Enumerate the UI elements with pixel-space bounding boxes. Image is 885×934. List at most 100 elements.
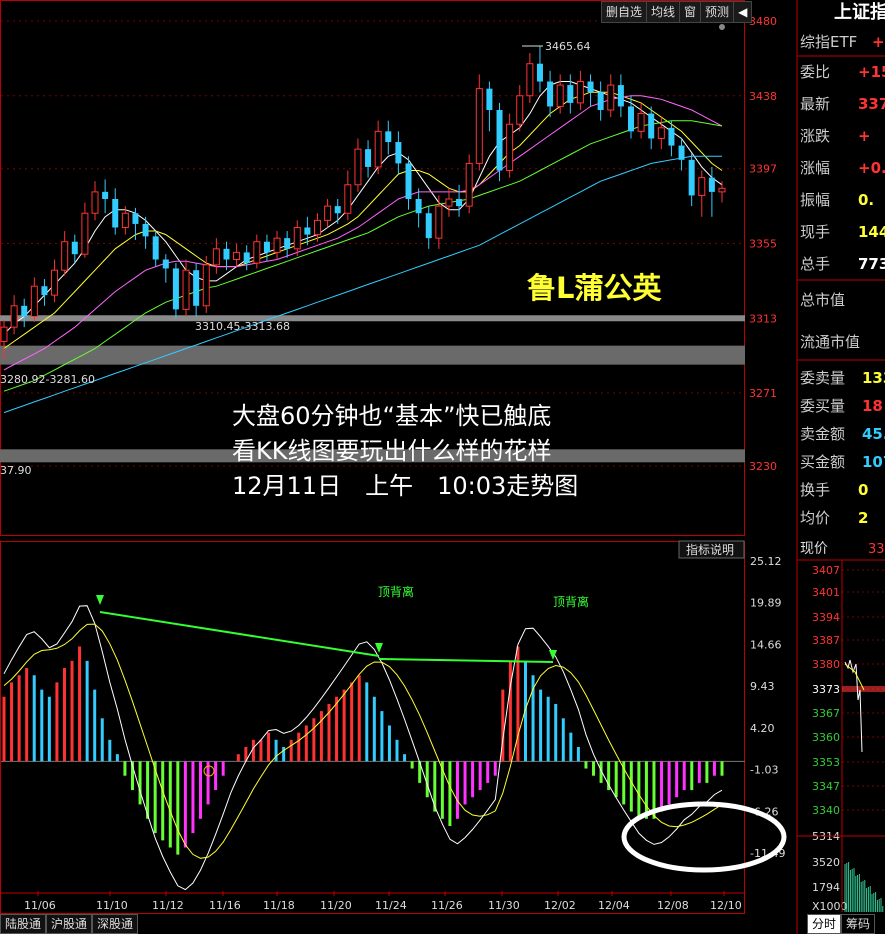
quote-label: 总市值 <box>800 291 846 309</box>
mini-axis-label: 3401 <box>812 586 840 599</box>
macd-axis-label: 14.66 <box>750 638 782 651</box>
quote-row: 综指ETF +2 <box>800 28 885 56</box>
candle-body-down <box>496 110 503 171</box>
price-axis-label: 3397 <box>749 163 777 176</box>
quote-label: 买金额 <box>800 453 846 471</box>
candle-body-up <box>506 123 514 172</box>
quote-row: 卖金额 45.3 <box>800 420 885 448</box>
mini-axis-label: 3520 <box>812 856 840 869</box>
chart-toolbar: 删自选 均线 窗 预测 ◀ <box>601 1 753 23</box>
quote-label: 最新 <box>800 95 831 113</box>
mini-axis-label: 3367 <box>812 707 840 720</box>
support-band-2 <box>0 345 745 365</box>
window-button[interactable]: 窗 <box>680 2 702 22</box>
quote-row: 现手 144 <box>800 218 885 246</box>
remove-favorite-button[interactable]: 删自选 <box>602 2 648 22</box>
tab-shengutong[interactable]: 深股通 <box>92 914 139 934</box>
ma-button[interactable]: 均线 <box>647 2 681 22</box>
candle-body-up <box>0 326 8 342</box>
x-tick-label: 11/18 <box>263 899 295 912</box>
candle-body-up <box>324 205 332 221</box>
candle-body-up <box>576 81 584 104</box>
support-band-1 <box>0 315 745 322</box>
quote-row: 涨跌 + <box>800 122 885 150</box>
candle-body-down <box>193 270 200 306</box>
candle-body-down <box>486 88 493 110</box>
quote-value: + <box>858 127 871 145</box>
candle-body-up <box>182 269 190 310</box>
x-tick-label: 11/06 <box>24 899 56 912</box>
collapse-arrow-icon[interactable]: ◀ <box>734 2 751 22</box>
chart-canvas: 3480 3438 3397 3355 3313 3271 3230 3465.64 3310.… <box>0 0 885 934</box>
candle-body-down <box>708 177 715 192</box>
tab-lugutong[interactable]: 陆股通 <box>0 914 47 934</box>
candle-body-down <box>617 85 624 107</box>
candle-body-up <box>61 241 69 271</box>
quote-label: 卖金额 <box>800 425 846 443</box>
candle-body-down <box>71 241 78 255</box>
indicator-help-label: 指标说明 <box>686 542 734 557</box>
divergence-label-2: 顶背离 <box>553 594 589 609</box>
quote-row: 总手 773 <box>800 250 885 278</box>
candle-body-down <box>668 127 675 146</box>
quote-row: 委比 +15. <box>800 58 885 86</box>
candle-body-down <box>304 227 311 235</box>
candle-body-up <box>121 212 129 228</box>
tab-chips[interactable]: 筹码 <box>841 914 876 934</box>
candle-body-up <box>516 95 524 125</box>
price-axis-label: 3480 <box>749 15 777 28</box>
candle-body-down <box>536 63 543 82</box>
x-tick-label: 11/24 <box>375 899 407 912</box>
candle-body-up <box>273 237 281 253</box>
x-tick-label: 11/30 <box>488 899 520 912</box>
x-tick-label: 11/10 <box>96 899 128 912</box>
mini-axis-label: 3347 <box>812 780 840 793</box>
tab-hugutong[interactable]: 沪股通 <box>46 914 93 934</box>
forecast-button[interactable]: 预测 <box>701 2 735 22</box>
mini-axis-label: 3353 <box>812 756 840 769</box>
tab-timeshare[interactable]: 分时 <box>807 914 842 934</box>
candle-body-down <box>456 199 463 207</box>
candle-body-up <box>202 264 210 307</box>
candle-body-down <box>365 149 372 167</box>
low-annotation-2: 3280.92-3281.60 <box>0 373 95 386</box>
candle-body-down <box>627 106 634 132</box>
candle-body-down <box>102 191 109 199</box>
quote-label: 委比 <box>800 63 831 81</box>
divergence-line-1 <box>99 611 380 657</box>
quote-value: 2 <box>858 509 869 527</box>
quote-label: 总手 <box>800 255 831 273</box>
quote-label: 涨跌 <box>800 127 831 145</box>
candle-body-up <box>556 84 564 107</box>
x-tick-label: 12/08 <box>657 899 689 912</box>
candle-body-down <box>648 113 655 139</box>
x-tick-label: 11/20 <box>320 899 352 912</box>
candle-body-down <box>152 236 159 260</box>
candle-body-up <box>435 205 443 239</box>
quote-value: 0 <box>858 481 869 499</box>
overlay-line-1: 大盘60分钟也“基本”快已触底 <box>232 402 551 430</box>
mini-axis-label: 3360 <box>812 731 840 744</box>
quote-row: 委买量 18 <box>800 392 885 420</box>
candle-body-down <box>223 248 230 260</box>
candle-body-down <box>688 159 695 196</box>
divergence-line-2 <box>378 658 554 663</box>
candle-body-up <box>293 226 301 250</box>
quote-label: 涨幅 <box>800 159 831 177</box>
candle-body-up <box>91 191 99 214</box>
candle-body-up <box>253 241 261 264</box>
quote-label: 委卖量 <box>800 369 846 387</box>
overlay-line-3: 12月11日 上午 10:03走势图 <box>232 472 578 500</box>
candle-body-down <box>21 305 28 317</box>
candle-body-down <box>415 199 422 214</box>
high-annotation: 3465.64 <box>545 40 591 53</box>
quote-row: 最新 337 <box>800 90 885 118</box>
ma-line-3 <box>3 95 723 371</box>
candle-body-down <box>41 286 48 296</box>
candle-body-up <box>475 88 483 164</box>
overlay-line-2: 看KK线图要玩出什么样的花样 <box>232 437 551 465</box>
price-axis-label: 3438 <box>749 90 777 103</box>
highlight-ellipse <box>621 801 787 873</box>
candle-body-down <box>587 81 594 93</box>
ma-line-2 <box>3 91 723 349</box>
